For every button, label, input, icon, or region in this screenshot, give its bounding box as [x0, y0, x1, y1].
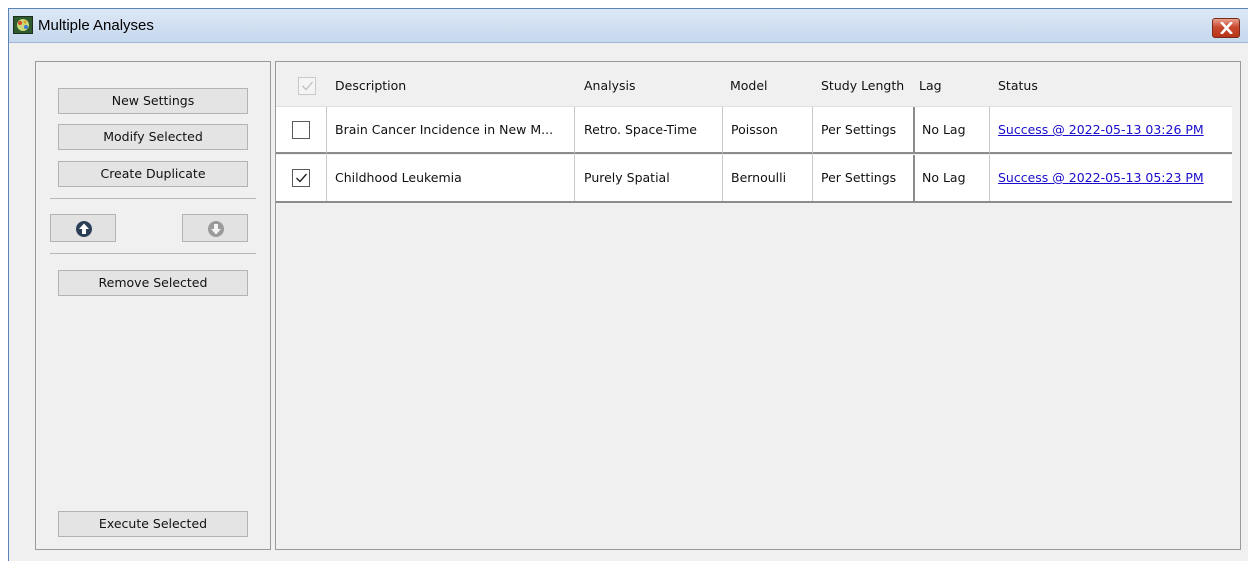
check-icon — [296, 173, 308, 183]
column-divider — [574, 107, 575, 153]
remove-selected-button[interactable]: Remove Selected — [58, 270, 248, 296]
select-all-checkbox[interactable] — [298, 77, 316, 95]
actions-panel: New Settings Modify Selected Create Dupl… — [35, 61, 271, 550]
column-divider — [913, 155, 915, 201]
arrow-down-circle-icon — [208, 221, 224, 237]
row-lag: No Lag — [922, 170, 966, 185]
row-analysis: Purely Spatial — [584, 170, 670, 185]
move-down-button[interactable] — [182, 214, 248, 242]
row-status-link[interactable]: Success @ 2022-05-13 03:26 PM — [998, 107, 1228, 153]
column-divider — [574, 155, 575, 201]
create-duplicate-button[interactable]: Create Duplicate — [58, 161, 248, 187]
move-up-button[interactable] — [50, 214, 116, 242]
column-divider — [989, 107, 990, 153]
column-divider — [812, 155, 813, 201]
new-settings-button[interactable]: New Settings — [58, 88, 248, 114]
column-divider — [812, 107, 813, 153]
arrow-up-circle-icon — [76, 221, 92, 237]
column-divider — [326, 155, 327, 201]
separator — [50, 253, 256, 254]
row-status-link[interactable]: Success @ 2022-05-13 05:23 PM — [998, 155, 1228, 201]
row-model: Bernoulli — [731, 170, 787, 185]
close-icon — [1220, 22, 1233, 34]
modify-selected-button[interactable]: Modify Selected — [58, 124, 248, 150]
multiple-analyses-window: Multiple Analyses New Settings Modify Se… — [8, 8, 1248, 561]
column-header-study-length[interactable]: Study Length — [821, 78, 904, 93]
column-header-analysis[interactable]: Analysis — [584, 78, 636, 93]
column-divider — [722, 107, 723, 153]
row-model: Poisson — [731, 122, 778, 137]
check-icon — [302, 81, 313, 91]
row-checkbox[interactable] — [292, 121, 310, 139]
table-row[interactable]: Brain Cancer Incidence in New M... Retro… — [276, 106, 1232, 154]
execute-selected-button[interactable]: Execute Selected — [58, 511, 248, 537]
column-header-lag[interactable]: Lag — [919, 78, 942, 93]
column-header-model[interactable]: Model — [730, 78, 768, 93]
separator — [50, 198, 256, 199]
column-divider — [913, 107, 915, 153]
column-header-description[interactable]: Description — [335, 78, 406, 93]
title-bar: Multiple Analyses — [9, 9, 1248, 43]
row-description: Childhood Leukemia — [335, 170, 462, 185]
column-header-status[interactable]: Status — [998, 78, 1038, 93]
column-divider — [989, 155, 990, 201]
close-button[interactable] — [1212, 18, 1240, 38]
table-row[interactable]: Childhood Leukemia Purely Spatial Bernou… — [276, 155, 1232, 203]
row-study-length: Per Settings — [821, 170, 897, 185]
column-divider — [722, 155, 723, 201]
app-icon — [13, 16, 33, 34]
row-description: Brain Cancer Incidence in New M... — [335, 122, 554, 137]
row-lag: No Lag — [922, 122, 966, 137]
row-analysis: Retro. Space-Time — [584, 122, 698, 137]
row-checkbox[interactable] — [292, 169, 310, 187]
row-study-length: Per Settings — [821, 122, 897, 137]
window-title: Multiple Analyses — [38, 17, 154, 34]
analyses-table: Description Analysis Model Study Length … — [275, 61, 1241, 550]
column-divider — [326, 107, 327, 153]
table-header: Description Analysis Model Study Length … — [276, 62, 1240, 106]
